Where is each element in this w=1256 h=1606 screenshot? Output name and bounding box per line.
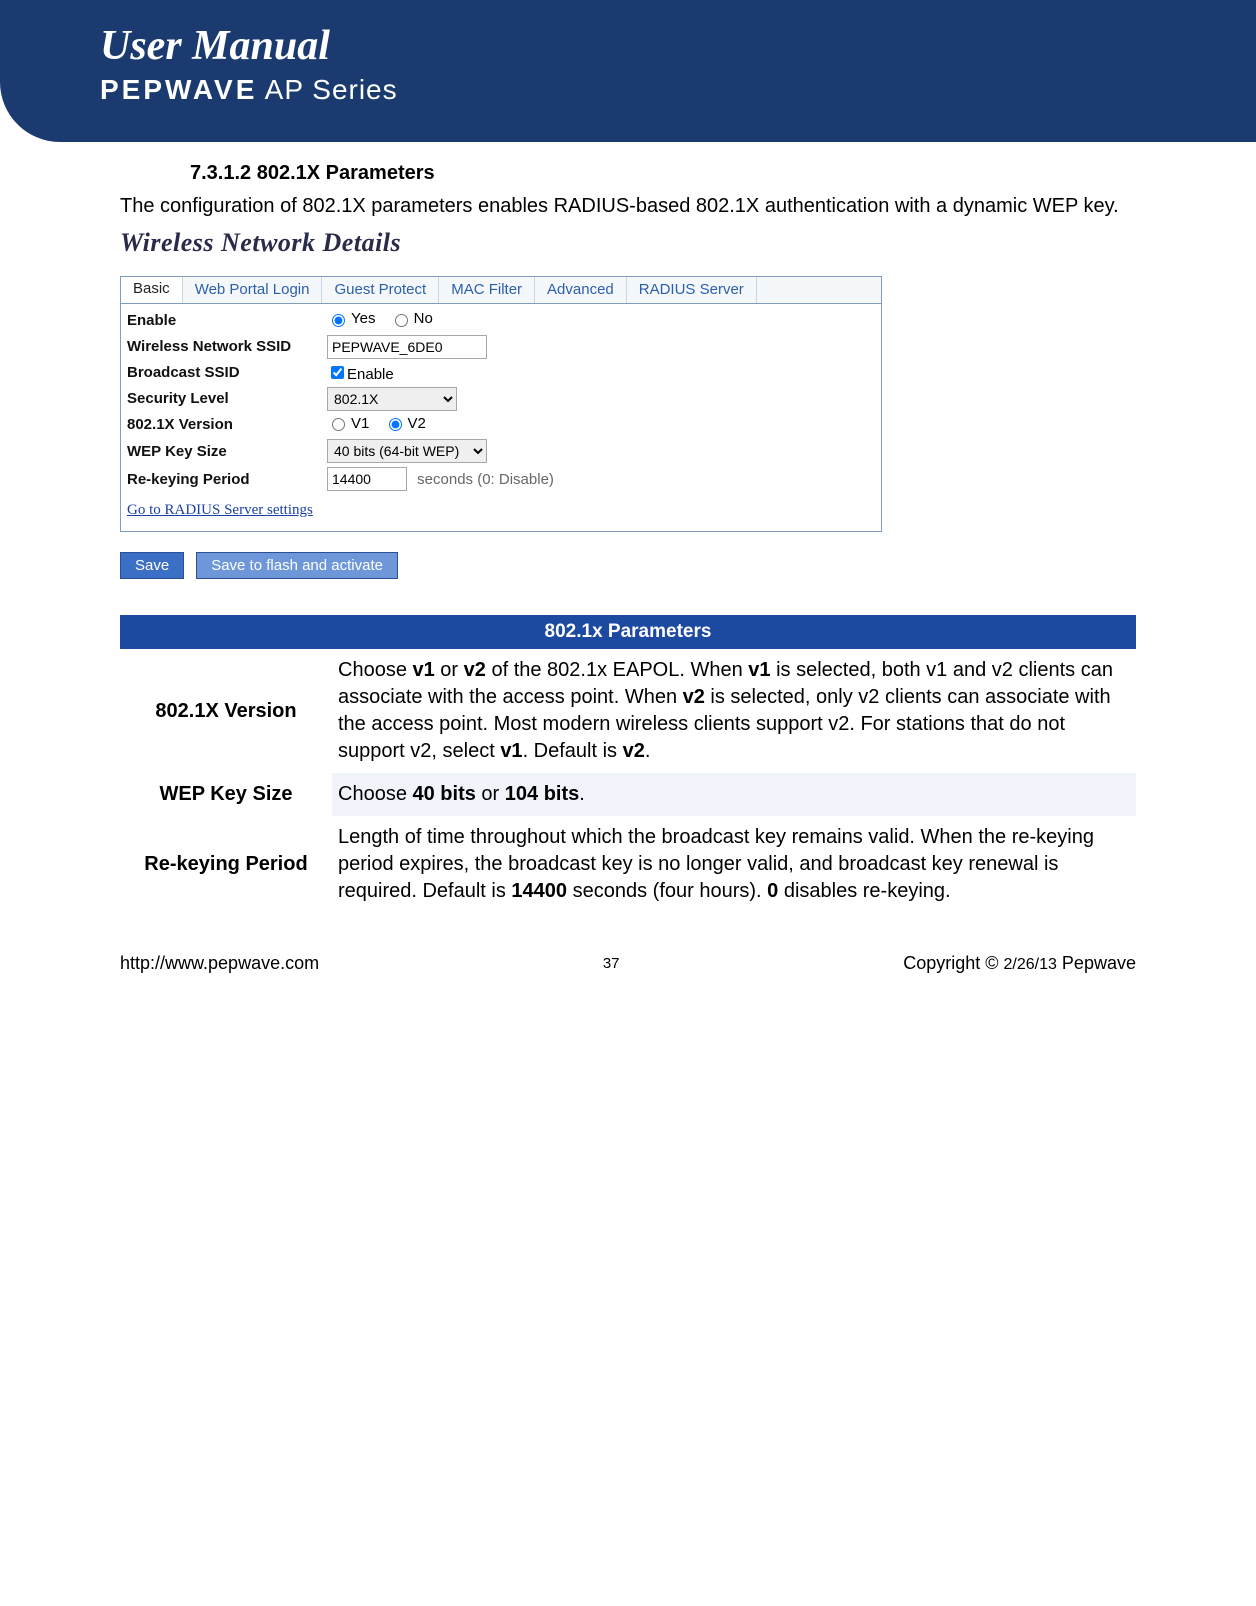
tab-advanced[interactable]: Advanced (535, 277, 627, 303)
section-heading: 7.3.1.2 802.1X Parameters (190, 162, 1136, 185)
param-row-desc: Choose 40 bits or 104 bits. (332, 773, 1136, 816)
param-row-label: 802.1X Version (120, 649, 332, 773)
tab-radius-server[interactable]: RADIUS Server (627, 277, 757, 303)
footer-url: http://www.pepwave.com (120, 953, 319, 974)
broadcast-checkbox[interactable] (331, 366, 344, 379)
version-label: 802.1X Version (127, 416, 327, 433)
wep-label: WEP Key Size (127, 443, 327, 460)
param-table-header: 802.1x Parameters (120, 615, 1136, 649)
enable-no-radio[interactable] (395, 314, 408, 327)
save-flash-button[interactable]: Save to flash and activate (196, 552, 398, 579)
ssid-label: Wireless Network SSID (127, 338, 327, 355)
wep-select[interactable]: 40 bits (64-bit WEP) (327, 439, 487, 463)
enable-yes-radio[interactable] (332, 314, 345, 327)
panel-title: Wireless Network Details (120, 228, 1136, 258)
footer-page-number: 37 (603, 955, 620, 972)
rekey-suffix: seconds (0: Disable) (417, 471, 554, 488)
security-select[interactable]: 802.1X (327, 387, 457, 411)
broadcast-enable-label: Enable (347, 366, 394, 383)
enable-no-label: No (414, 310, 433, 327)
brand-name: PEPWAVE (100, 74, 257, 105)
wireless-details-screenshot: Wireless Network Details Basic Web Porta… (120, 228, 1136, 579)
radius-settings-link[interactable]: Go to RADIUS Server settings (127, 502, 313, 518)
form-area: Enable Yes No Wireless Network SSID Broa… (120, 304, 882, 532)
tab-mac-filter[interactable]: MAC Filter (439, 277, 535, 303)
param-row-label: WEP Key Size (120, 773, 332, 816)
param-row-label: Re-keying Period (120, 816, 332, 913)
doc-subtitle: PEPWAVE AP Series (100, 74, 1256, 106)
save-button[interactable]: Save (120, 552, 184, 579)
doc-title: User Manual (100, 22, 1256, 70)
tab-guest-protect[interactable]: Guest Protect (322, 277, 439, 303)
version-v2-label: V2 (408, 415, 426, 432)
page-footer: http://www.pepwave.com 37 Copyright © 2/… (0, 913, 1256, 974)
doc-header: User Manual PEPWAVE AP Series (0, 0, 1256, 142)
enable-label: Enable (127, 312, 327, 329)
version-v1-radio[interactable] (332, 418, 345, 431)
rekey-label: Re-keying Period (127, 471, 327, 488)
ssid-input[interactable] (327, 335, 487, 359)
param-row-desc: Choose v1 or v2 of the 802.1x EAPOL. Whe… (332, 649, 1136, 773)
enable-yes-label: Yes (351, 310, 375, 327)
tab-basic[interactable]: Basic (121, 276, 183, 303)
rekey-input[interactable] (327, 467, 407, 491)
tabstrip: Basic Web Portal Login Guest Protect MAC… (120, 276, 882, 304)
version-v1-label: V1 (351, 415, 369, 432)
section-intro: The configuration of 802.1X parameters e… (120, 193, 1136, 220)
version-v2-radio[interactable] (389, 418, 402, 431)
series-name: AP Series (265, 74, 398, 105)
security-label: Security Level (127, 390, 327, 407)
footer-copyright: Copyright © 2/26/13 Pepwave (903, 953, 1136, 974)
parameters-table: 802.1x Parameters 802.1X Version Choose … (120, 615, 1136, 913)
tab-web-portal-login[interactable]: Web Portal Login (183, 277, 323, 303)
param-row-desc: Length of time throughout which the broa… (332, 816, 1136, 913)
broadcast-label: Broadcast SSID (127, 364, 327, 381)
